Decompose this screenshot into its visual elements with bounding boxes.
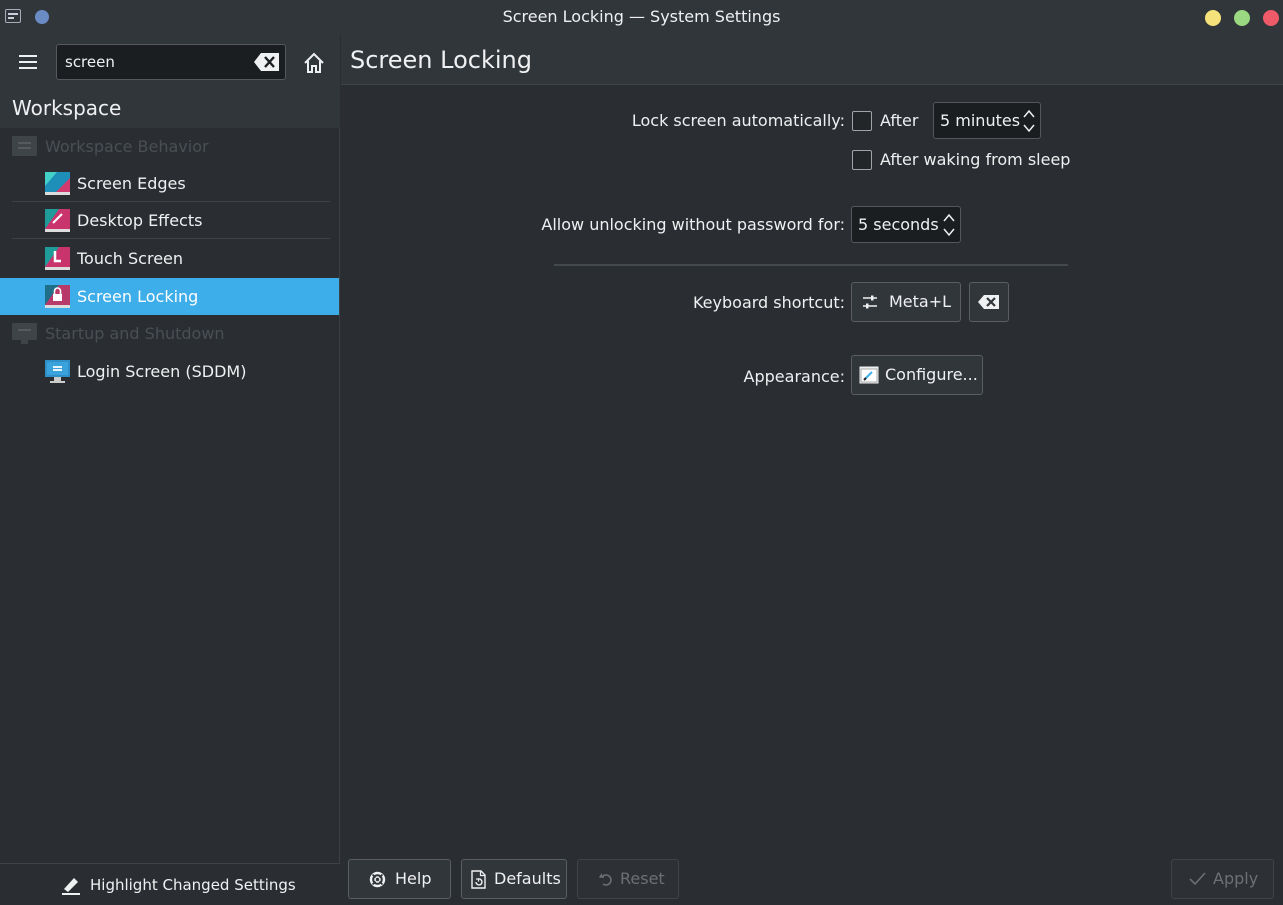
undo-icon	[599, 873, 612, 886]
login-screen-icon	[45, 360, 70, 383]
shortcut-label: Keyboard shortcut:	[692, 293, 845, 312]
search-field[interactable]	[56, 44, 286, 80]
close-button[interactable]	[1263, 10, 1279, 26]
sidebar-header-startup-shutdown: Startup and Shutdown	[12, 315, 330, 352]
shortcut-value: Meta+L	[889, 292, 952, 311]
lock-timeout-spinbox[interactable]: 5 minutes	[933, 102, 1041, 139]
defaults-button[interactable]: Defaults	[461, 859, 567, 899]
sidebar-item-label: Workspace Behavior	[45, 137, 209, 156]
help-label: Help	[395, 869, 432, 888]
configure-icon	[859, 366, 879, 384]
lock-timeout-value: 5 minutes	[940, 111, 1021, 130]
unlock-grace-spinbox[interactable]: 5 seconds	[851, 206, 961, 243]
page-header: Screen Locking	[341, 34, 1283, 85]
screen-locking-icon	[45, 285, 70, 308]
minimize-button[interactable]	[1205, 10, 1221, 26]
reset-button[interactable]: Reset	[577, 859, 679, 899]
apply-button[interactable]: Apply	[1171, 859, 1274, 899]
desktop-effects-icon	[45, 209, 70, 232]
sidebar: Workspace Workspace Behavior Screen Edge…	[0, 34, 340, 905]
sidebar-item-label: Desktop Effects	[77, 211, 203, 230]
apply-label: Apply	[1213, 869, 1259, 888]
defaults-icon	[471, 870, 486, 889]
touch-screen-icon	[45, 247, 70, 270]
defaults-label: Defaults	[494, 869, 561, 888]
configure-label: Configure...	[885, 365, 978, 384]
help-button[interactable]: Help	[348, 859, 451, 899]
unlock-grace-label: Allow unlocking without password for:	[541, 215, 845, 234]
hamburger-menu-icon[interactable]	[17, 53, 39, 71]
screen-edges-icon	[45, 172, 70, 195]
title-bar: Screen Locking — System Settings	[0, 0, 1283, 34]
sidebar-toolbar	[0, 34, 340, 86]
lock-auto-label: Lock screen automatically:	[631, 111, 845, 130]
after-checkbox-label[interactable]: After	[880, 111, 918, 130]
sidebar-header-workspace-behavior: Workspace Behavior	[12, 128, 330, 165]
configure-shortcut-icon	[863, 295, 877, 309]
home-icon[interactable]	[302, 51, 326, 75]
spin-arrows-icon[interactable]	[942, 211, 956, 239]
sidebar-item-screen-locking[interactable]: Screen Locking	[0, 278, 339, 315]
sidebar-footer: Highlight Changed Settings	[0, 863, 340, 905]
after-waking-label[interactable]: After waking from sleep	[880, 150, 1070, 169]
page-title: Screen Locking	[350, 46, 532, 74]
after-checkbox[interactable]	[852, 111, 872, 131]
search-input[interactable]	[57, 45, 247, 79]
help-icon	[369, 871, 386, 888]
sidebar-item-label: Touch Screen	[77, 249, 184, 268]
highlight-label: Highlight Changed Settings	[90, 876, 296, 894]
sidebar-item-label: Startup and Shutdown	[45, 324, 225, 343]
checkmark-icon	[1189, 872, 1206, 886]
sidebar-item-label: Screen Edges	[77, 174, 186, 193]
maximize-button[interactable]	[1234, 10, 1250, 26]
sidebar-item-login-screen[interactable]: Login Screen (SDDM)	[12, 353, 330, 390]
clear-search-icon[interactable]	[253, 51, 281, 73]
unlock-grace-value: 5 seconds	[858, 215, 939, 234]
after-waking-checkbox[interactable]	[852, 150, 872, 170]
highlight-changed-settings-button[interactable]: Highlight Changed Settings	[60, 872, 296, 898]
window-title: Screen Locking — System Settings	[502, 7, 781, 26]
section-divider	[554, 264, 1068, 266]
spin-arrows-icon[interactable]	[1022, 107, 1036, 135]
clear-icon	[978, 295, 999, 309]
clear-shortcut-button[interactable]	[969, 282, 1009, 322]
workspace-behavior-icon	[12, 136, 37, 156]
category-title: Workspace	[0, 86, 340, 128]
sidebar-item-desktop-effects[interactable]: Desktop Effects	[12, 202, 330, 239]
sidebar-item-label: Screen Locking	[77, 287, 199, 306]
configure-appearance-button[interactable]: Configure...	[851, 355, 983, 395]
sidebar-item-touch-screen[interactable]: Touch Screen	[12, 240, 330, 277]
startup-shutdown-icon	[12, 323, 37, 344]
sidebar-item-label: Login Screen (SDDM)	[77, 362, 247, 381]
appearance-label: Appearance:	[743, 367, 845, 386]
shortcut-button[interactable]: Meta+L	[851, 282, 961, 322]
highlighter-icon	[62, 878, 80, 895]
sidebar-item-screen-edges[interactable]: Screen Edges	[12, 165, 330, 202]
reset-label: Reset	[620, 869, 665, 888]
